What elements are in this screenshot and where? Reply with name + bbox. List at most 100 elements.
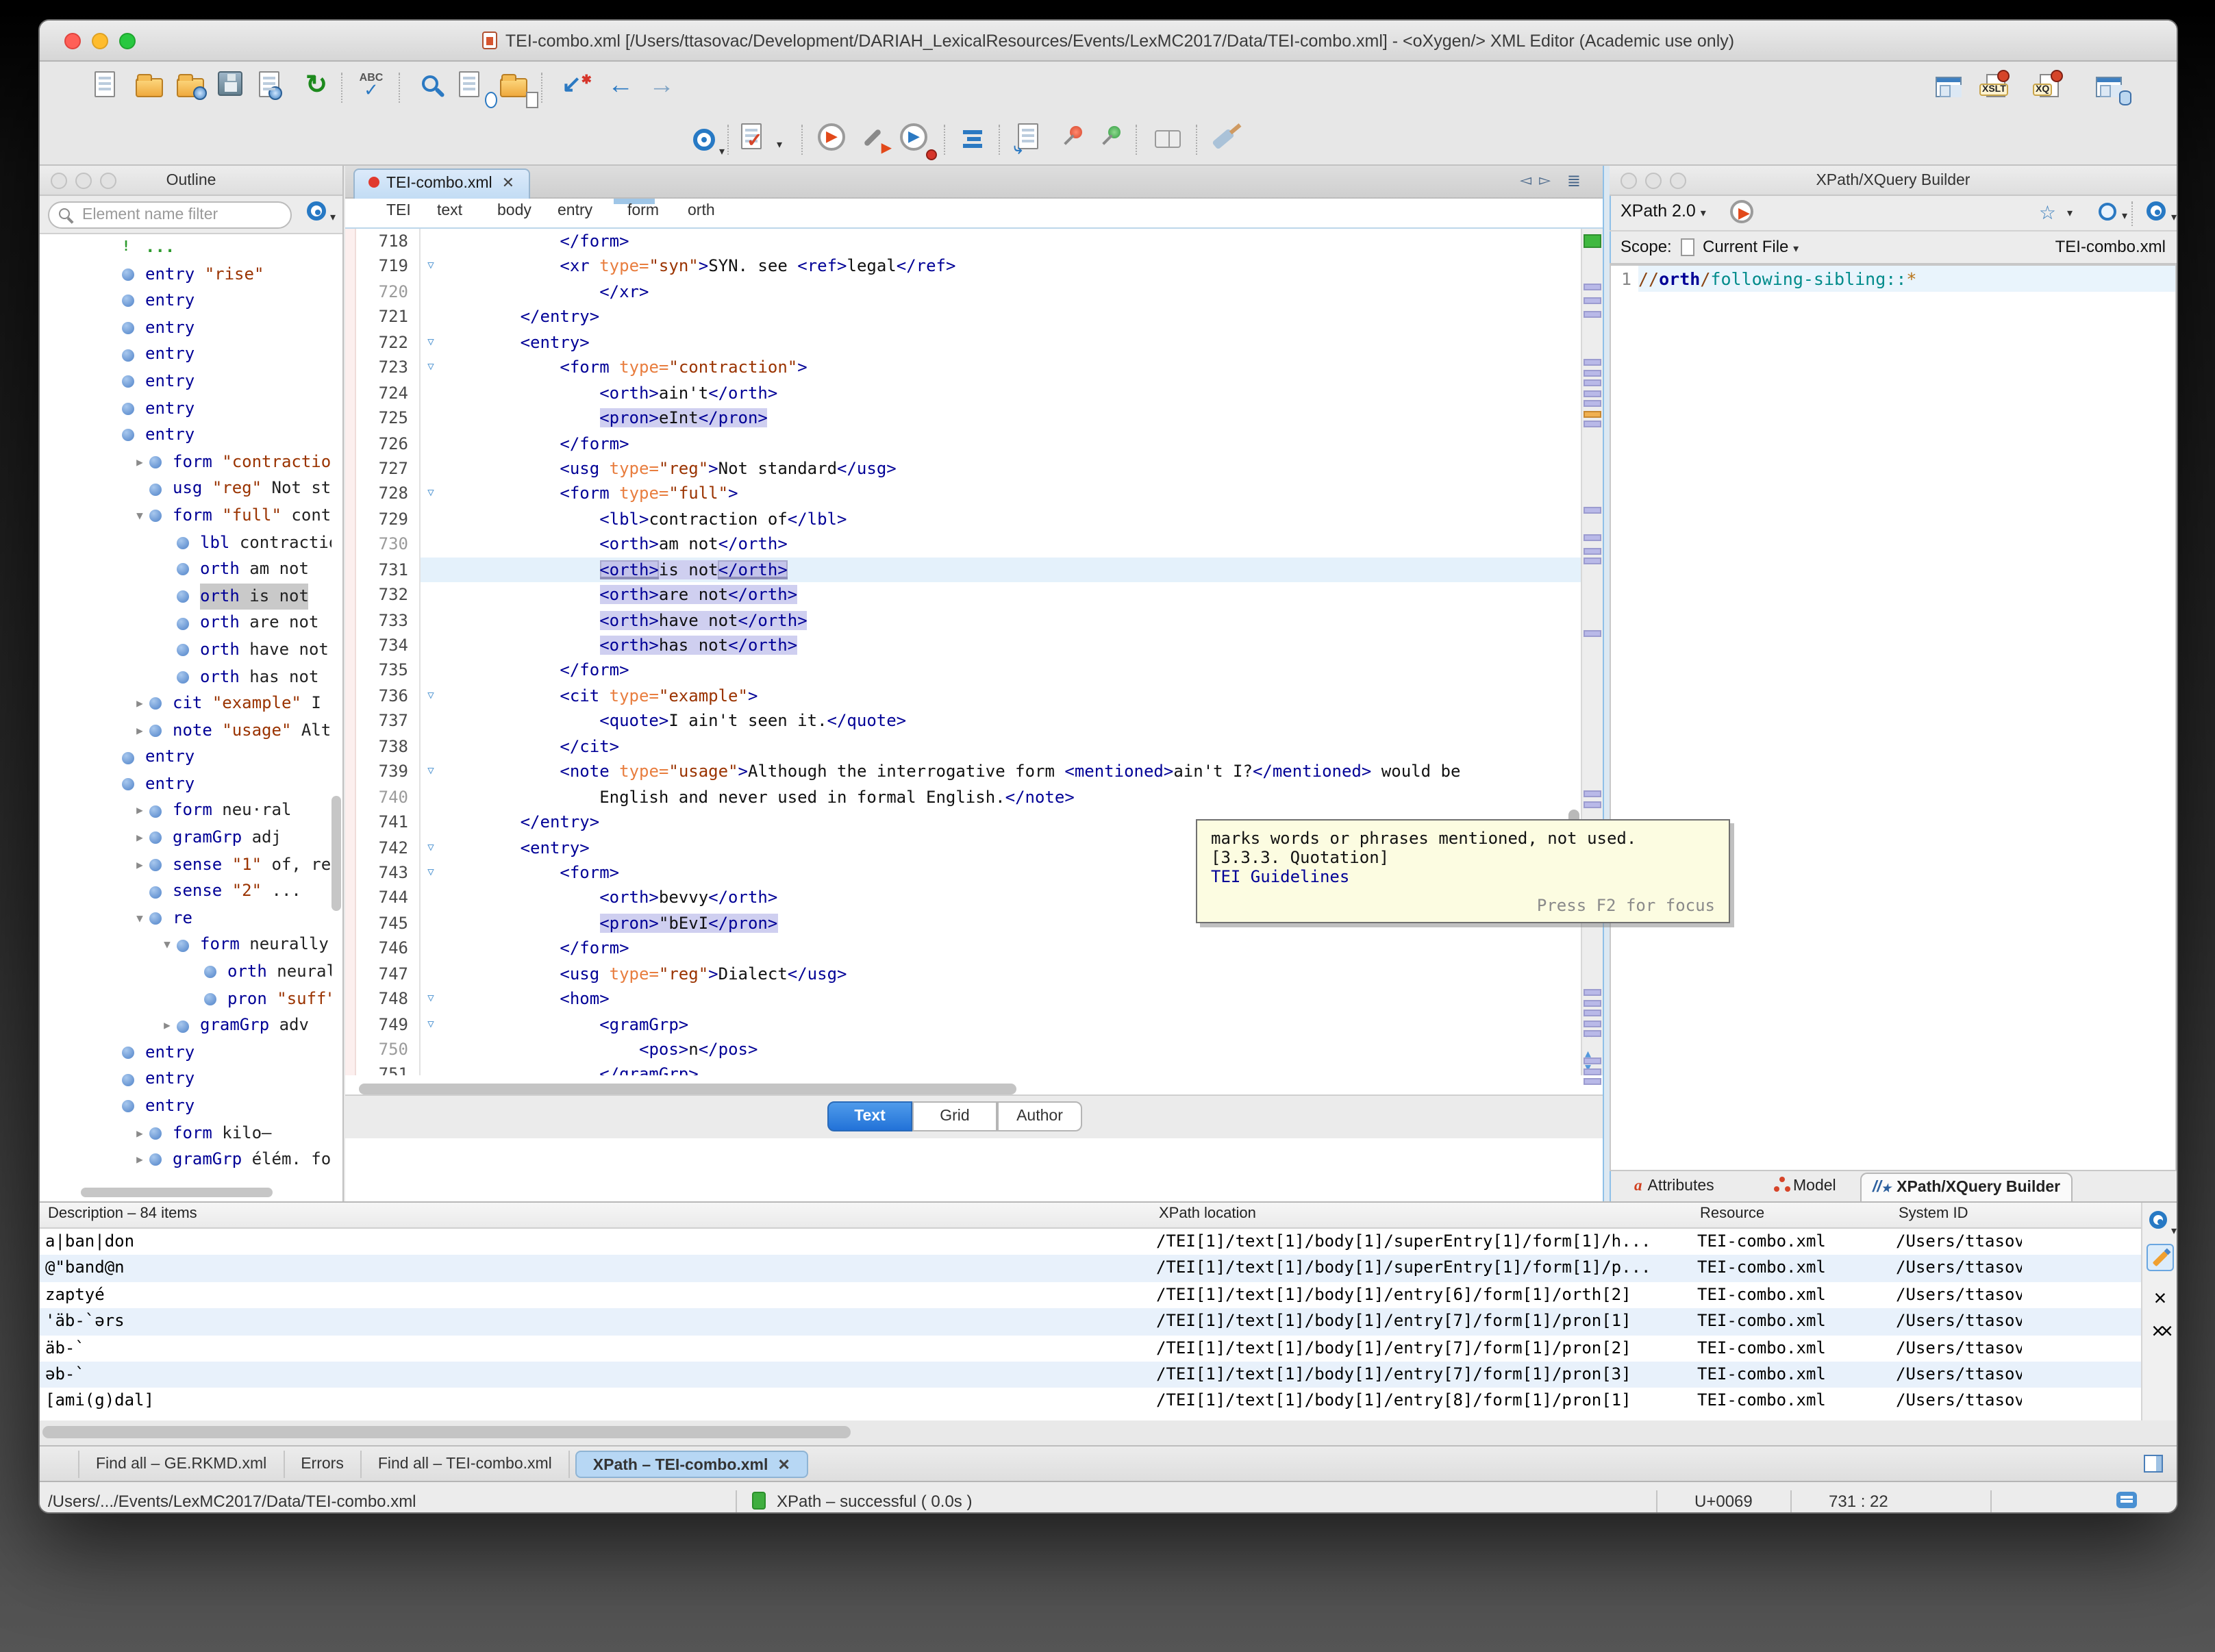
results-header-system[interactable]: System ID (1899, 1205, 1968, 1222)
find-in-files-button[interactable] (500, 71, 533, 104)
next-editor-icon[interactable]: ▻ (1539, 171, 1551, 189)
close-tab-icon[interactable]: ✕ (502, 175, 514, 192)
back-icon[interactable]: ← (604, 71, 637, 104)
code-line[interactable]: 720 </xr> (345, 279, 1581, 305)
fold-marker-icon[interactable]: ▽ (421, 835, 441, 860)
validate-dropdown-caret[interactable]: ▾ (777, 138, 782, 151)
favorites-caret[interactable]: ▾ (2067, 207, 2073, 219)
outline-item[interactable]: orth neurally (40, 959, 331, 986)
validate-button[interactable]: ✓ (741, 123, 774, 156)
outline-item[interactable]: ▶gramGrp adv (40, 1012, 331, 1039)
code-line[interactable]: 721 </entry> (345, 305, 1581, 330)
expand-arrow-icon[interactable]: ▶ (130, 798, 149, 825)
outline-item[interactable]: ▶sense "1" of, relating to (40, 851, 331, 878)
fold-marker-icon[interactable]: ▽ (421, 330, 441, 355)
highlight-results-button[interactable] (2147, 1244, 2174, 1271)
editor-list-icon[interactable]: ≣ (1567, 171, 1581, 190)
tei-guidelines-link[interactable]: TEI Guidelines (1211, 867, 1715, 886)
result-row[interactable]: [ami(g)dal]/TEI[1]/text[1]/body[1]/entry… (40, 1388, 2141, 1415)
expand-arrow-icon[interactable]: ▶ (158, 1012, 177, 1039)
code-line[interactable]: 736▽ <cit type="example"> (345, 684, 1581, 709)
ruler-match-mark[interactable] (1585, 549, 1600, 553)
open-url-button[interactable] (177, 71, 210, 104)
spell-check-button[interactable]: ABC ✓ (355, 71, 388, 104)
outline-settings-gear-icon[interactable]: ▾ (307, 201, 326, 221)
outline-item[interactable]: entry (40, 771, 331, 798)
outline-item[interactable]: orth am not (40, 556, 331, 583)
format-document-button[interactable]: ⤷ (1018, 123, 1051, 156)
outline-item[interactable]: ▶gramGrp élém. formant (40, 1147, 331, 1173)
outline-item[interactable]: entry (40, 368, 331, 395)
outline-item[interactable]: ▶cit "example" I ain't seen it. (40, 690, 331, 717)
outline-item[interactable]: ▶gramGrp adj (40, 825, 331, 851)
outline-item[interactable]: entry (40, 422, 331, 449)
outline-item[interactable]: ▶form "contraction" (40, 449, 331, 476)
debug-scenario-button[interactable] (900, 123, 933, 156)
mode-button-grid[interactable]: Grid (912, 1101, 997, 1131)
code-line[interactable]: 738 </cit> (345, 734, 1581, 760)
breadcrumb-item[interactable]: TEI (386, 203, 411, 219)
results-header-description[interactable]: Description – 84 items (48, 1205, 197, 1222)
expand-arrow-icon[interactable]: ▶ (130, 851, 149, 878)
ruler-match-mark[interactable] (1585, 401, 1600, 405)
outline-item[interactable]: entry (40, 315, 331, 342)
code-line[interactable]: 731 <orth>is not</orth> (345, 557, 1581, 582)
code-line[interactable]: 727 <usg type="reg">Not standard</usg> (345, 456, 1581, 481)
outline-item[interactable]: ▼form neurally (40, 932, 331, 959)
outline-item[interactable]: orth are not (40, 610, 331, 637)
breadcrumb-item[interactable]: text (437, 203, 462, 219)
result-row[interactable]: äb-`/TEI[1]/text[1]/body[1]/entry[7]/for… (40, 1335, 2141, 1362)
xpath-query-editor[interactable]: 1 //orth/following-sibling::* (1610, 264, 2177, 1171)
outline-item[interactable]: pron "suff" (40, 986, 331, 1012)
expand-arrow-icon[interactable]: ▶ (130, 449, 149, 476)
builder-settings-gear-icon[interactable]: ▾ (2147, 201, 2166, 221)
bottom-tab-xpath-tei-combo-xml[interactable]: XPath – TEI-combo.xml✕ (575, 1450, 808, 1477)
outline-item[interactable]: ▶form kilo– (40, 1120, 331, 1147)
ruler-match-mark[interactable] (1585, 285, 1600, 289)
mode-button-author[interactable]: Author (997, 1101, 1082, 1131)
outline-item[interactable]: sense "2" ... (40, 879, 331, 905)
code-line[interactable]: 735 </form> (345, 658, 1581, 684)
apply-transformation-button[interactable] (818, 123, 851, 156)
outline-item[interactable]: orth is not (40, 583, 331, 610)
code-line[interactable]: 739▽ <note type="usage">Although the int… (345, 759, 1581, 784)
ruler-match-mark[interactable] (1585, 1011, 1600, 1015)
bottom-tab-find-all-ge-rkmd-xml[interactable]: Find all – GE.RKMD.xml (78, 1450, 284, 1477)
editor-horizontal-scrollbar[interactable] (359, 1084, 1016, 1094)
expand-arrow-icon[interactable]: ▶ (130, 825, 149, 851)
remove-all-results-icon[interactable]: ×× (2147, 1321, 2174, 1348)
results-header-resource[interactable]: Resource (1700, 1205, 1764, 1222)
code-line[interactable]: 722▽ <entry> (345, 330, 1581, 355)
expand-arrow-icon[interactable]: ▼ (130, 905, 149, 932)
ruler-match-mark[interactable] (1585, 1070, 1600, 1074)
ruler-match-mark[interactable] (1585, 392, 1600, 396)
ruler-match-mark[interactable] (1585, 803, 1600, 807)
outline-item[interactable]: entry (40, 395, 331, 422)
breadcrumb-item[interactable]: entry (558, 203, 592, 219)
ruler-match-mark[interactable] (1585, 631, 1600, 636)
code-line[interactable]: 728▽ <form type="full"> (345, 481, 1581, 507)
last-modification-button[interactable]: ↙✱ (560, 71, 593, 104)
bottom-tab-errors[interactable]: Errors (284, 1450, 362, 1477)
overview-ruler[interactable]: × ▴ ▾ (1581, 229, 1603, 1075)
fold-marker-icon[interactable]: ▽ (421, 355, 441, 380)
open-folder-button[interactable] (136, 71, 168, 104)
outline-item[interactable]: !... (40, 234, 331, 261)
expand-arrow-icon[interactable]: ▶ (130, 690, 149, 717)
fold-marker-icon[interactable]: ▽ (421, 1012, 441, 1037)
results-settings-gear-icon[interactable]: ▾ (2147, 1208, 2174, 1236)
outline-item[interactable]: ▼re (40, 905, 331, 932)
ruler-match-mark[interactable] (1585, 422, 1600, 426)
code-line[interactable]: 749▽ <gramGrp> (345, 1012, 1581, 1037)
fold-marker-icon[interactable]: ▽ (421, 759, 441, 784)
mode-button-text[interactable]: Text (827, 1101, 912, 1131)
code-line[interactable]: 723▽ <form type="contraction"> (345, 355, 1581, 380)
results-header-xpath[interactable]: XPath location (1159, 1205, 1256, 1222)
ruler-match-mark[interactable] (1585, 1079, 1600, 1084)
code-line[interactable]: 748▽ <hom> (345, 986, 1581, 1012)
ruler-match-mark[interactable] (1585, 360, 1600, 364)
expand-arrow-icon[interactable]: ▶ (130, 1120, 149, 1147)
results-horizontal-scrollbar[interactable] (42, 1426, 851, 1438)
expand-arrow-icon[interactable]: ▼ (158, 932, 177, 959)
execute-xpath-button[interactable] (1730, 200, 1753, 223)
